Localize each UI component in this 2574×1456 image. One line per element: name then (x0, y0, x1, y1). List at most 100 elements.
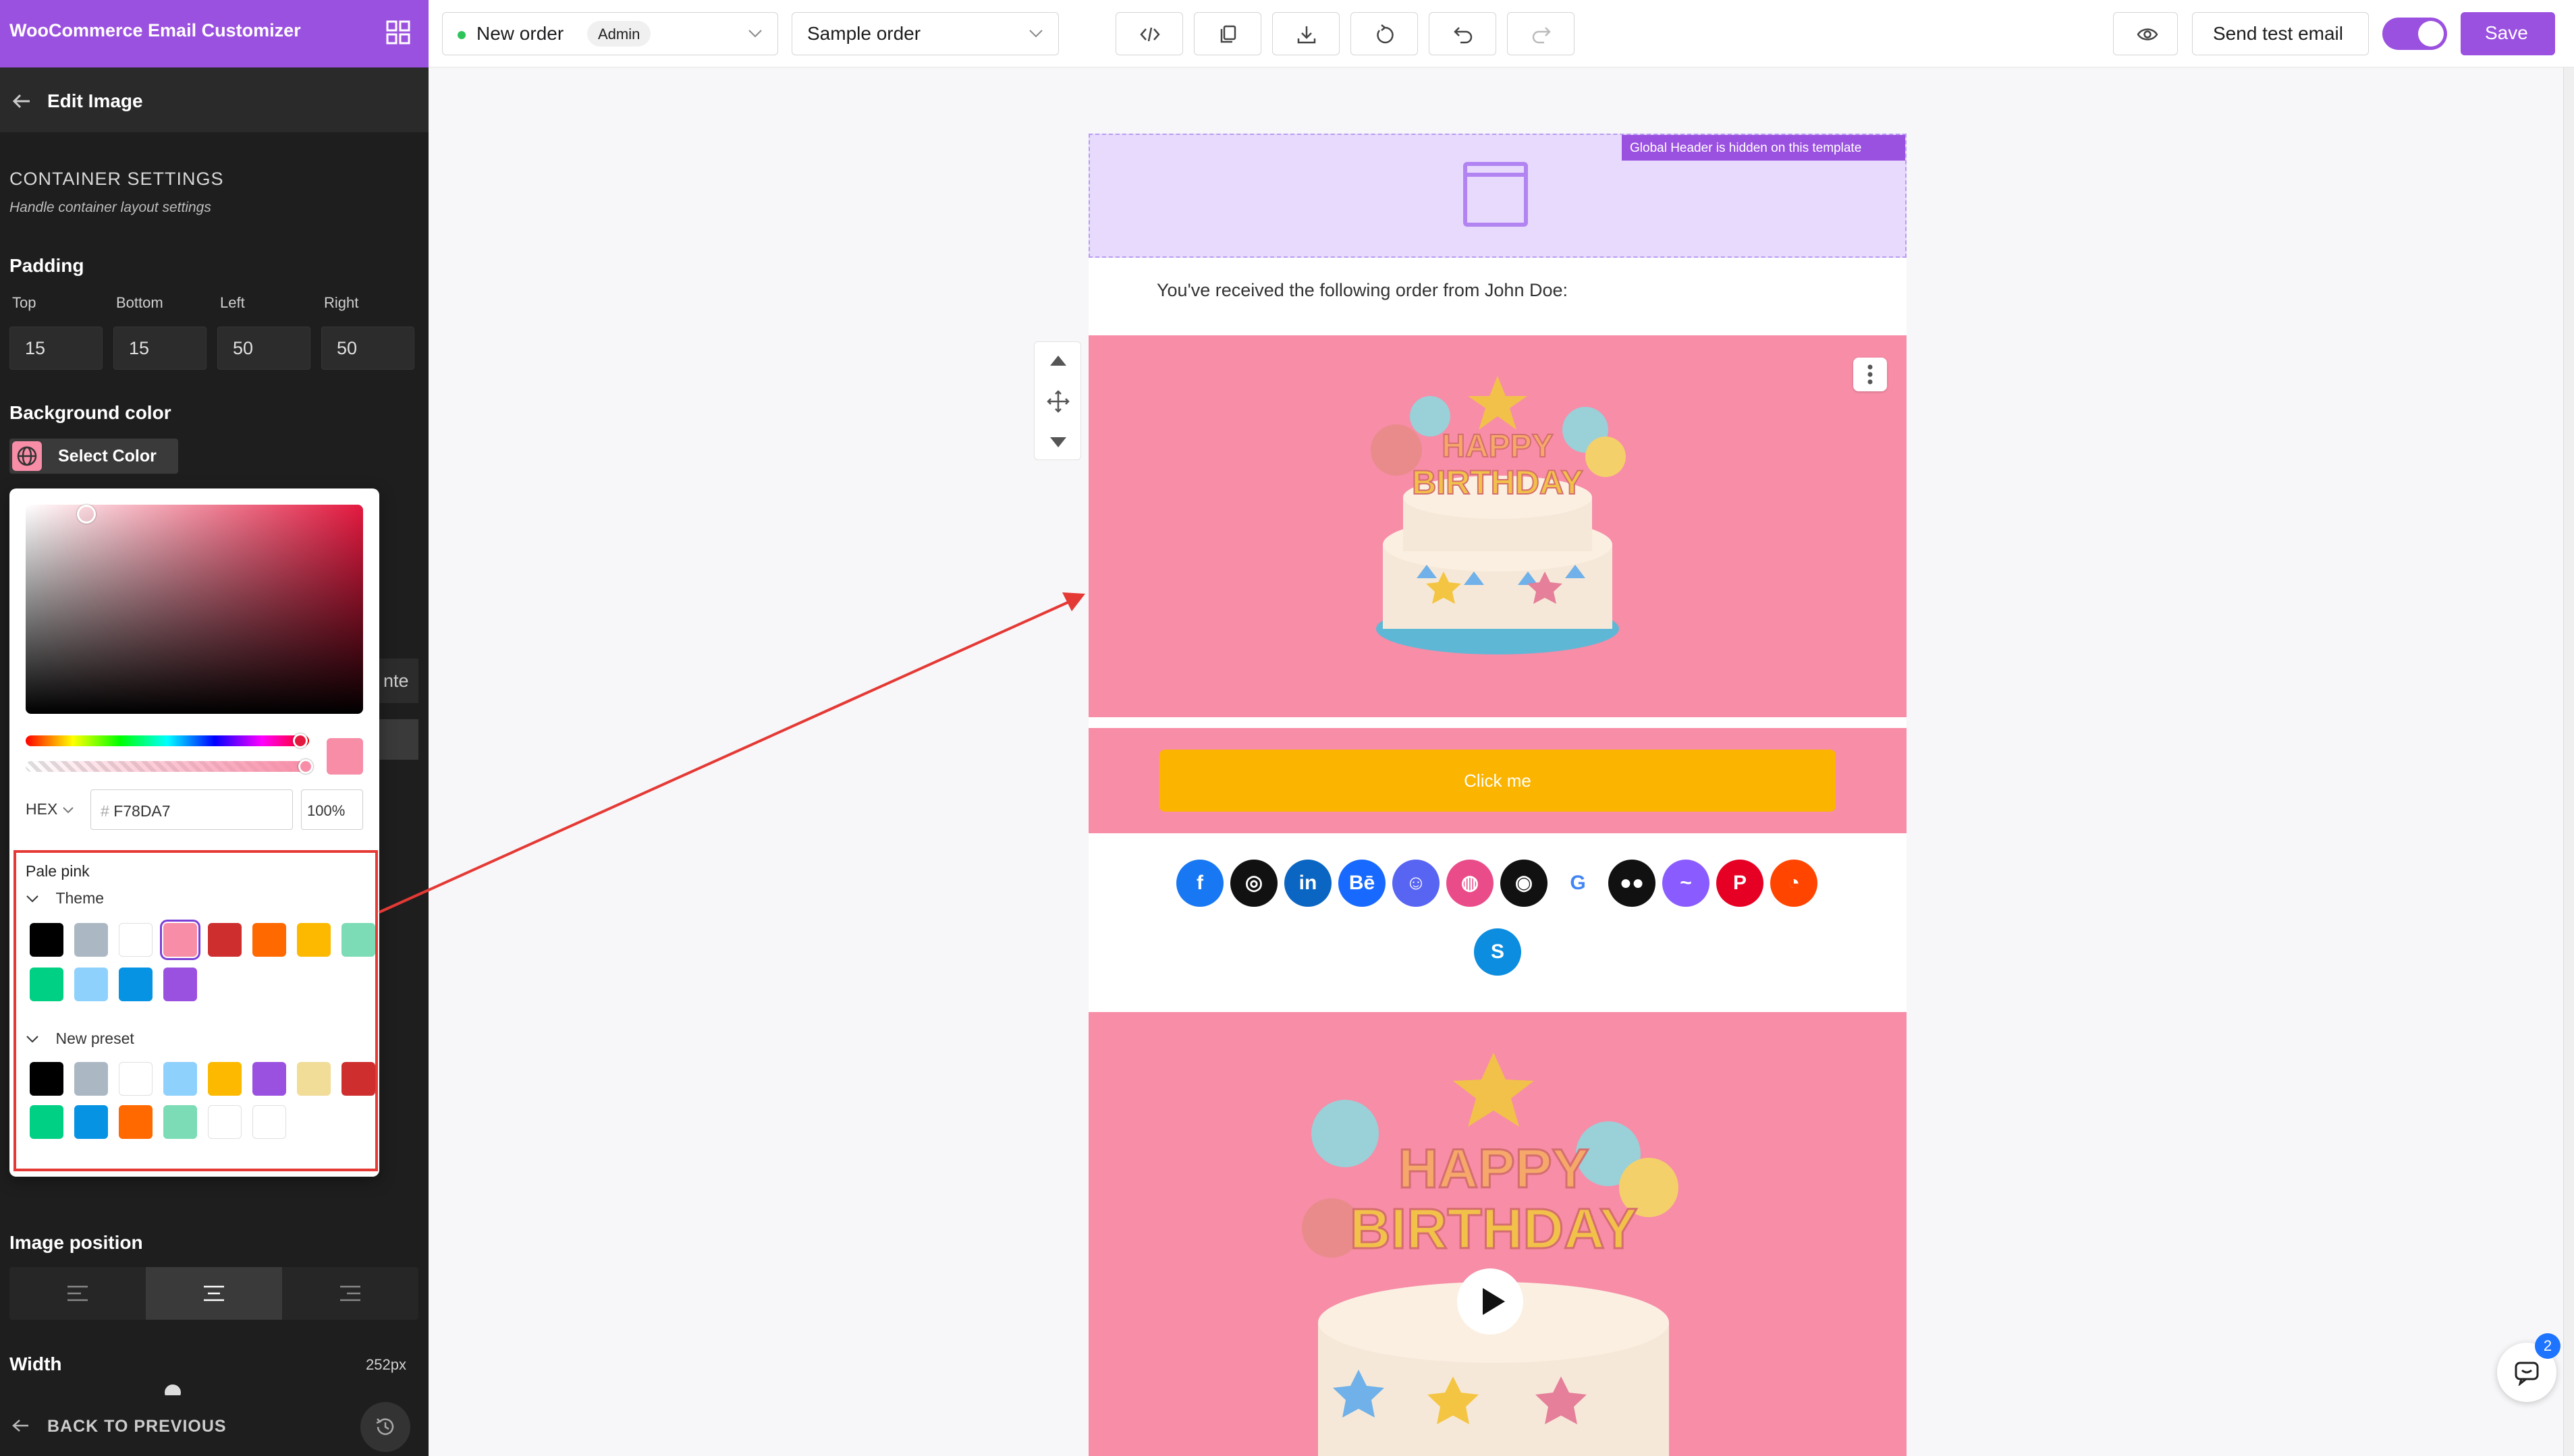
redo-button[interactable] (1507, 12, 1574, 55)
drag-move-icon[interactable] (1046, 389, 1070, 414)
padding-bottom-input[interactable]: 15 (113, 327, 207, 370)
padding-top-input[interactable]: 15 (9, 327, 103, 370)
received-order-text[interactable]: You've received the following order from… (1157, 280, 1568, 301)
theme-swatch[interactable] (160, 920, 200, 960)
download-button[interactable] (1272, 12, 1340, 55)
medium-icon[interactable]: ●● (1608, 860, 1655, 907)
hue-slider[interactable] (26, 733, 309, 748)
preset-swatch[interactable] (297, 1062, 331, 1096)
saturation-handle[interactable] (77, 505, 96, 524)
preset-swatch[interactable] (30, 1062, 63, 1096)
birthday-video-block[interactable]: HAPPY BIRTHDAY (1089, 1012, 1907, 1456)
width-label: Width (9, 1353, 62, 1374)
code-view-button[interactable] (1116, 12, 1183, 55)
birthday-cake-image-block[interactable]: HAPPY BIRTHDAY (1089, 335, 1907, 717)
theme-swatch[interactable] (341, 923, 375, 957)
move-down-icon[interactable] (1048, 435, 1068, 450)
padding-right-input[interactable]: 50 (321, 327, 414, 370)
discord-icon[interactable]: ☺ (1392, 860, 1440, 907)
preset-swatch[interactable] (119, 1062, 153, 1096)
linkedin-icon[interactable]: in (1284, 860, 1332, 907)
github-glyph: ◉ (1514, 872, 1533, 894)
block-options-button[interactable] (1853, 358, 1887, 391)
edit-image-header: Edit Image (0, 67, 429, 132)
preset-swatch[interactable] (208, 1105, 242, 1139)
preset-swatch[interactable] (119, 1105, 153, 1139)
theme-swatch[interactable] (163, 968, 197, 1001)
undo-button[interactable] (1429, 12, 1496, 55)
theme-swatch[interactable] (74, 923, 108, 957)
preset-swatch[interactable] (341, 1062, 375, 1096)
pinterest-icon[interactable]: P (1716, 860, 1763, 907)
hex-mode-select[interactable]: HEX (26, 800, 74, 818)
padding-left-label: Left (220, 294, 245, 311)
theme-swatch[interactable] (74, 968, 108, 1001)
order-select[interactable]: Sample order (792, 12, 1059, 55)
align-center-icon (204, 1285, 224, 1301)
theme-swatch[interactable] (119, 968, 153, 1001)
padding-right-label: Right (324, 294, 359, 311)
history-button[interactable] (360, 1402, 410, 1452)
alpha-knob[interactable] (298, 759, 313, 774)
alpha-input[interactable]: 100% (301, 789, 363, 830)
google-icon[interactable]: G (1554, 860, 1601, 907)
theme-swatch[interactable] (119, 923, 153, 957)
padding-left-input[interactable]: 50 (217, 327, 310, 370)
messenger-icon[interactable]: ~ (1662, 860, 1709, 907)
saturation-area[interactable] (26, 505, 363, 714)
status-dot (458, 31, 466, 39)
back-arrow-icon[interactable] (11, 90, 32, 112)
align-right-button[interactable] (282, 1267, 418, 1320)
select-color-button[interactable]: Select Color (9, 439, 178, 474)
preset-swatch[interactable] (252, 1105, 286, 1139)
preset-swatch[interactable] (74, 1062, 108, 1096)
hue-knob[interactable] (293, 733, 308, 748)
apps-grid-icon[interactable] (386, 20, 410, 45)
color-picker-popover: HEX # F78DA7 100% Pale pink Theme New pr… (9, 488, 379, 1177)
theme-swatch[interactable] (208, 923, 242, 957)
chat-badge: 2 (2535, 1333, 2561, 1359)
theme-swatch[interactable] (252, 923, 286, 957)
hex-prefix: # (101, 802, 109, 820)
alpha-slider[interactable] (26, 759, 313, 774)
instagram-icon[interactable]: ◎ (1230, 860, 1278, 907)
theme-swatch[interactable] (297, 923, 331, 957)
social-icons-block[interactable]: f ◎ in Bē ☺ ◍ ◉ G ●● ~ P ◔ S (1089, 837, 1907, 985)
behance-icon[interactable]: Bē (1338, 860, 1386, 907)
back-arrow-icon[interactable] (11, 1416, 31, 1436)
copy-button[interactable] (1194, 12, 1261, 55)
reset-button[interactable] (1350, 12, 1418, 55)
theme-swatch[interactable] (30, 968, 63, 1001)
preview-button[interactable] (2113, 12, 2178, 55)
preset-swatch[interactable] (208, 1062, 242, 1096)
preset-swatch[interactable] (163, 1062, 197, 1096)
dribbble-icon[interactable]: ◍ (1446, 860, 1494, 907)
preset-swatch[interactable] (30, 1105, 63, 1139)
preset-swatch[interactable] (74, 1105, 108, 1139)
move-up-icon[interactable] (1048, 353, 1068, 368)
theme-swatch[interactable] (30, 923, 63, 957)
send-test-email-button[interactable]: Send test email (2192, 12, 2369, 55)
play-button[interactable] (1457, 1268, 1523, 1335)
code-icon (1140, 27, 1160, 42)
skype-icon[interactable]: S (1474, 928, 1521, 976)
save-button[interactable]: Save (2461, 12, 2555, 55)
preset-swatch[interactable] (163, 1105, 197, 1139)
align-center-button[interactable] (146, 1267, 282, 1320)
reddit-icon[interactable]: ◔ (1770, 860, 1817, 907)
back-to-previous-link[interactable]: BACK TO PREVIOUS (47, 1417, 227, 1436)
select-color-label: Select Color (58, 447, 157, 466)
enable-toggle[interactable] (2382, 18, 2447, 50)
linkedin-glyph: in (1298, 872, 1317, 894)
current-color-swatch (12, 441, 42, 471)
facebook-icon[interactable]: f (1176, 860, 1224, 907)
github-icon[interactable]: ◉ (1500, 860, 1548, 907)
new-preset-group-toggle[interactable]: New preset (26, 1030, 134, 1048)
email-type-select[interactable]: New order Admin (442, 12, 778, 55)
hex-input[interactable]: # F78DA7 (90, 789, 293, 830)
align-left-button[interactable] (9, 1267, 146, 1320)
click-me-button[interactable]: Click me (1159, 750, 1836, 812)
chevron-down-icon (748, 30, 762, 38)
canvas-scrollbar[interactable] (2563, 67, 2574, 1456)
preset-swatch[interactable] (252, 1062, 286, 1096)
